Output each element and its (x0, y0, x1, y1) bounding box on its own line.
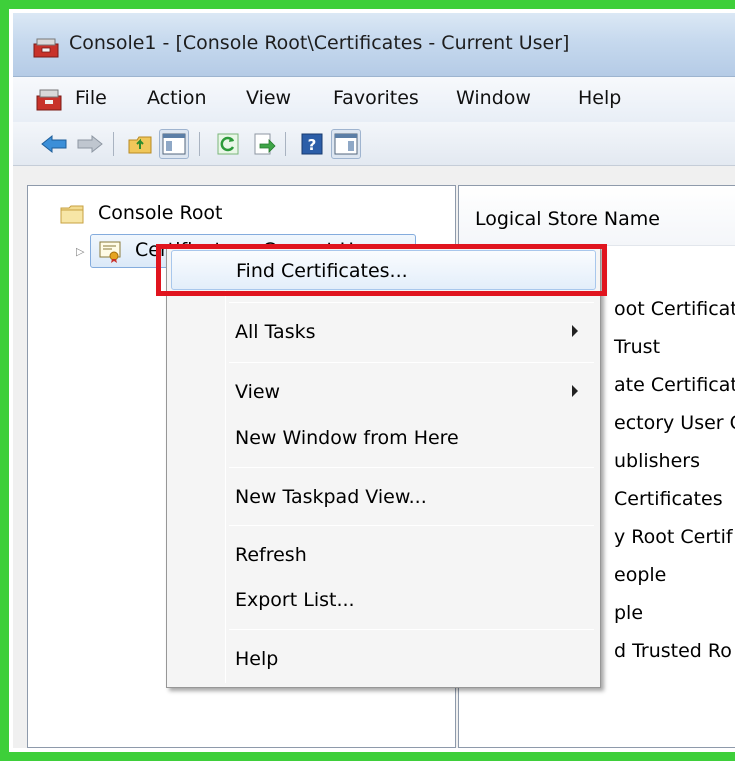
toolbox-icon[interactable] (36, 86, 62, 112)
list-item[interactable]: ublishers (614, 450, 700, 472)
help-icon[interactable]: ? (297, 129, 327, 159)
menu-separator (229, 362, 594, 363)
column-header-logical-store-name[interactable]: Logical Store Name (459, 186, 735, 246)
list-item[interactable]: d Trusted Ro (614, 640, 732, 662)
back-icon[interactable] (39, 129, 69, 159)
menu-item-label: Refresh (235, 544, 307, 566)
svg-text:?: ? (308, 136, 317, 154)
menu-item-view[interactable]: View (171, 372, 596, 412)
menu-favorites[interactable]: Favorites (333, 87, 419, 109)
menu-item-label: View (235, 381, 281, 403)
menu-item-all-tasks[interactable]: All Tasks (171, 312, 596, 352)
menu-item-new-taskpad-view[interactable]: New Taskpad View... (171, 477, 596, 517)
menu-action[interactable]: Action (147, 87, 207, 109)
list-item[interactable]: ate Certificat (614, 374, 735, 396)
menu-file[interactable]: File (75, 87, 107, 109)
menu-separator (229, 467, 594, 468)
menu-view[interactable]: View (246, 87, 291, 109)
menu-item-help[interactable]: Help (171, 639, 596, 679)
window-title: Console1 - [Console Root\Certificates - … (69, 32, 570, 54)
list-item[interactable]: oot Certificat (614, 298, 735, 320)
title-bar[interactable]: Console1 - [Console Root\Certificates - … (13, 13, 735, 77)
refresh-icon[interactable] (213, 129, 243, 159)
menu-item-label: All Tasks (235, 321, 316, 343)
toolbox-icon (33, 38, 59, 58)
show-hide-tree-icon[interactable] (159, 129, 189, 159)
context-menu: Find Certificates... All Tasks View New … (166, 245, 601, 688)
export-list-icon[interactable] (249, 129, 279, 159)
menu-separator (229, 302, 594, 303)
menu-item-label: Help (235, 648, 279, 670)
tree-node-label: Console Root (98, 202, 223, 224)
menu-item-export-list[interactable]: Export List... (171, 580, 596, 620)
menu-window[interactable]: Window (456, 87, 531, 109)
toolbar-separator (199, 132, 200, 156)
toolbar-separator (113, 132, 114, 156)
forward-icon[interactable] (75, 129, 105, 159)
list-item[interactable]: y Root Certif (614, 526, 733, 548)
list-item[interactable]: Certificates (614, 488, 723, 510)
list-item[interactable]: ple (614, 602, 643, 624)
expand-arrow-icon[interactable]: ▷ (76, 245, 84, 258)
menu-separator (229, 629, 594, 630)
toolbar-separator (285, 132, 286, 156)
submenu-arrow-icon (572, 325, 578, 337)
up-folder-icon[interactable] (125, 129, 155, 159)
menu-item-new-window-from-here[interactable]: New Window from Here (171, 418, 596, 458)
toolbar: ? (13, 122, 735, 166)
folder-icon (60, 205, 84, 224)
menu-item-label: Export List... (235, 589, 355, 611)
menu-item-label: New Taskpad View... (235, 486, 427, 508)
annotation-highlight-box (156, 244, 607, 296)
action-pane-icon[interactable] (331, 129, 361, 159)
menu-item-label: New Window from Here (235, 427, 459, 449)
column-header-label: Logical Store Name (475, 208, 660, 230)
certificate-icon (99, 241, 121, 263)
list-item[interactable]: ectory User C (614, 412, 735, 434)
list-item[interactable]: Trust (614, 336, 660, 358)
menu-item-refresh[interactable]: Refresh (171, 535, 596, 575)
list-item[interactable]: eople (614, 564, 666, 586)
menu-bar: File Action View Favorites Window Help (13, 77, 735, 122)
menu-help[interactable]: Help (578, 87, 621, 109)
submenu-arrow-icon (572, 385, 578, 397)
menu-separator (229, 525, 594, 526)
